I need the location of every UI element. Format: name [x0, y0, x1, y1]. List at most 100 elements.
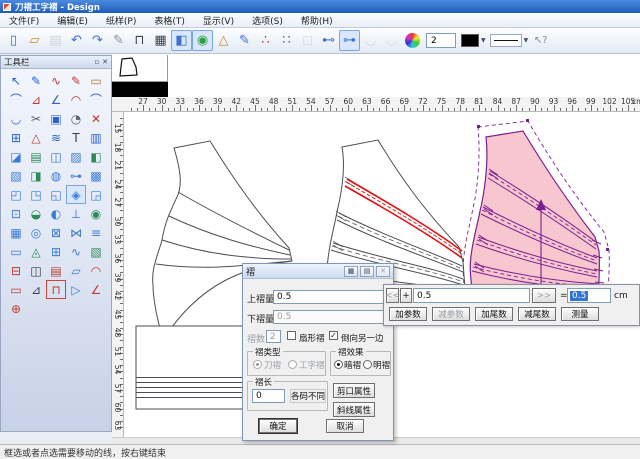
dialog-titlebar-button[interactable]: ▤: [360, 266, 374, 277]
redo-icon[interactable]: ↷: [87, 30, 108, 51]
half2-tool-icon[interactable]: ◐: [46, 204, 66, 223]
dots-icon[interactable]: ∷: [276, 30, 297, 51]
pattern-thumbnail[interactable]: [112, 55, 168, 82]
select-tool-icon[interactable]: ↖: [6, 71, 26, 90]
plusbox-tool-icon[interactable]: ⊞: [46, 242, 66, 261]
wave-tool-icon[interactable]: ≋: [46, 128, 66, 147]
fabric-tool-icon[interactable]: ▤: [26, 147, 46, 166]
perp-tool-icon[interactable]: ⊥: [66, 204, 86, 223]
fan-pleat-checkbox[interactable]: [287, 331, 296, 340]
piece-tool-icon[interactable]: ◪: [6, 147, 26, 166]
band-tool-icon[interactable]: ▭: [6, 280, 26, 299]
calc-button[interactable]: 加尾数: [475, 307, 513, 321]
chevron-down-icon[interactable]: ▼: [481, 37, 486, 44]
undo-icon[interactable]: ↶: [66, 30, 87, 51]
corner1-tool-icon[interactable]: ◰: [6, 185, 26, 204]
half-tool-icon[interactable]: ◧: [86, 147, 106, 166]
circle-tool-icon[interactable]: ◎: [26, 223, 46, 242]
pleat-length-input[interactable]: [252, 389, 285, 403]
result-field[interactable]: 0.5: [567, 288, 611, 303]
line-width-input[interactable]: [426, 33, 456, 48]
open-icon[interactable]: ▱: [24, 30, 45, 51]
mesh-tool-icon[interactable]: ▩: [86, 166, 106, 185]
crossbox-tool-icon[interactable]: ⊠: [46, 223, 66, 242]
grid-tool-icon[interactable]: ⊞: [6, 128, 26, 147]
flip-tool-icon[interactable]: ◨: [26, 166, 46, 185]
visible-pleat-radio[interactable]: [363, 360, 372, 369]
save-icon[interactable]: ▤: [45, 30, 66, 51]
button-tool-icon[interactable]: ◍: [46, 166, 66, 185]
sheet-icon[interactable]: ◻: [297, 30, 318, 51]
rect-tool-icon[interactable]: ▭: [6, 242, 26, 261]
pleat-tool-icon[interactable]: ◈: [66, 185, 86, 204]
new-doc-icon[interactable]: ▯: [3, 30, 24, 51]
corner4-tool-icon[interactable]: ◲: [86, 185, 106, 204]
box-tool-icon[interactable]: ⊡: [6, 204, 26, 223]
points-icon[interactable]: ∴: [255, 30, 276, 51]
hatch-tool-icon[interactable]: ▥: [86, 128, 106, 147]
calc-button[interactable]: 测量: [561, 307, 599, 321]
scissors-tool-icon[interactable]: ✂: [26, 109, 46, 128]
menu-item[interactable]: 文件(F): [0, 13, 48, 27]
target-tool-icon[interactable]: ◉: [86, 204, 106, 223]
play-tool-icon[interactable]: ▷: [66, 280, 86, 299]
curve-tool-icon[interactable]: ∿: [46, 71, 66, 90]
menu-item[interactable]: 纸样(P): [97, 13, 145, 27]
expression-input[interactable]: [413, 288, 530, 303]
menu-item[interactable]: 显示(V): [194, 13, 243, 27]
pencil-tool-icon[interactable]: ✎: [66, 71, 86, 90]
brush-icon[interactable]: ✎: [234, 30, 255, 51]
seam-tool-icon[interactable]: ▣: [46, 109, 66, 128]
mountain-tool-icon[interactable]: ◬: [26, 242, 46, 261]
pin-icon[interactable]: ▫: [94, 58, 99, 66]
color-picker[interactable]: ▼: [461, 34, 486, 47]
pattern-piece-right[interactable]: [463, 119, 609, 310]
eraser-tool-icon[interactable]: ▭: [86, 71, 106, 90]
mirror-tool-icon[interactable]: ◫: [46, 147, 66, 166]
pen-tool-icon[interactable]: ✎: [26, 71, 46, 90]
curve-a-icon[interactable]: ◡: [360, 30, 381, 51]
wedge-tool-icon[interactable]: ⊿: [26, 280, 46, 299]
bowtie-tool-icon[interactable]: ⋈: [66, 223, 86, 242]
sew-tool-icon[interactable]: ∿: [66, 242, 86, 261]
calc-button[interactable]: 减参数: [432, 307, 470, 321]
corner3-tool-icon[interactable]: ◱: [46, 185, 66, 204]
calc-button[interactable]: 减尾数: [518, 307, 556, 321]
prism-icon[interactable]: △: [213, 30, 234, 51]
join-tool-icon[interactable]: ◫: [26, 261, 46, 280]
table2-tool-icon[interactable]: ▦: [6, 223, 26, 242]
menu-item[interactable]: 选项(S): [243, 13, 292, 27]
lines-tool-icon[interactable]: ≡: [86, 223, 106, 242]
line-style-picker[interactable]: ▼: [490, 34, 529, 47]
curve2-tool-icon[interactable]: ◡: [6, 109, 26, 128]
text-tool-icon[interactable]: T: [66, 128, 86, 147]
corner-tool-icon[interactable]: ∠: [46, 90, 66, 109]
dart-tool-icon[interactable]: ◒: [26, 204, 46, 223]
shade2-tool-icon[interactable]: ▧: [86, 242, 106, 261]
menu-item[interactable]: 表格(T): [145, 13, 194, 27]
delete-tool-icon[interactable]: ✕: [86, 109, 106, 128]
arc-tool-icon[interactable]: ⌒: [6, 90, 26, 109]
move-line-tool-icon[interactable]: ⊓: [46, 280, 66, 299]
angle2-tool-icon[interactable]: ∠: [86, 280, 106, 299]
rotate-tool-icon[interactable]: ⊕: [6, 299, 26, 318]
tools-panel-titlebar[interactable]: 工具栏 ▫ ✕: [1, 56, 111, 69]
notch-properties-button[interactable]: 剪口属性: [333, 383, 375, 398]
slash-properties-button[interactable]: 斜线属性: [333, 402, 375, 417]
line-style-sample[interactable]: [490, 34, 522, 47]
triangle-tool-icon[interactable]: △: [26, 128, 46, 147]
curve-b-icon[interactable]: ◡: [381, 30, 402, 51]
measure-icon[interactable]: ⊷: [318, 30, 339, 51]
context-help-icon[interactable]: ↖?: [530, 30, 551, 51]
close-icon[interactable]: ✕: [102, 58, 108, 66]
skew-tool-icon[interactable]: ▱: [66, 261, 86, 280]
minusbox-tool-icon[interactable]: ⊟: [6, 261, 26, 280]
compass-tool-icon[interactable]: ◔: [66, 109, 86, 128]
chevron-down-icon[interactable]: ▼: [524, 37, 529, 44]
show-piece-icon[interactable]: ◉: [192, 30, 213, 51]
table-icon[interactable]: ▦: [150, 30, 171, 51]
angle-tool-icon[interactable]: ⊿: [26, 90, 46, 109]
dialog-titlebar[interactable]: 褶 ▦▤✕: [243, 264, 393, 279]
menu-item[interactable]: 帮助(H): [292, 13, 342, 27]
point-line-icon[interactable]: ⊶: [339, 30, 360, 51]
